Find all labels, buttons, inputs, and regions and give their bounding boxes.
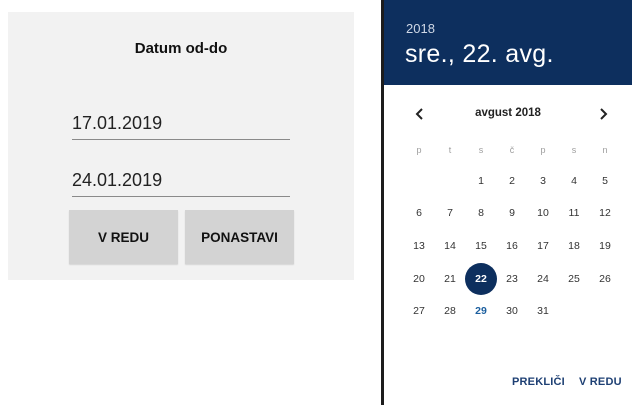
day-cell[interactable]: 16 (497, 231, 527, 261)
day-cell[interactable]: 25 (559, 264, 589, 294)
day-cell[interactable]: 9 (497, 198, 527, 228)
day-cell[interactable]: 14 (435, 231, 465, 261)
date-range-dialog: Datum od-do 17.01.2019 24.01.2019 V REDU… (8, 12, 354, 280)
day-cell[interactable]: 21 (435, 264, 465, 294)
day-cell[interactable]: 27 (404, 296, 434, 326)
weekday-label: p (416, 145, 422, 155)
picker-ok-button[interactable]: V REDU (579, 376, 622, 388)
day-cell[interactable]: 3 (528, 166, 558, 196)
day-cell[interactable]: 24 (528, 264, 558, 294)
day-cell-selected[interactable]: 22 (465, 263, 497, 295)
day-cell[interactable]: 6 (404, 198, 434, 228)
day-cell[interactable]: 17 (528, 231, 558, 261)
weekday-label: s (571, 145, 577, 155)
day-cell[interactable]: 13 (404, 231, 434, 261)
ok-button[interactable]: V REDU (69, 210, 178, 264)
day-cell[interactable]: 29 (466, 296, 496, 326)
day-cell[interactable]: 23 (497, 264, 527, 294)
day-cell[interactable]: 20 (404, 264, 434, 294)
cancel-button[interactable]: PREKLIČI (512, 376, 565, 388)
day-cell[interactable]: 4 (559, 166, 589, 196)
date-from-field[interactable]: 17.01.2019 (72, 113, 290, 140)
day-cell[interactable]: 31 (528, 296, 558, 326)
day-cell[interactable]: 5 (590, 166, 620, 196)
day-cell[interactable]: 11 (559, 198, 589, 228)
reset-button[interactable]: PONASTAVI (185, 210, 294, 264)
chevron-right-icon[interactable] (593, 104, 613, 124)
picker-header: 2018 sre., 22. avg. (384, 0, 632, 85)
day-cell[interactable]: 7 (435, 198, 465, 228)
day-cell[interactable]: 15 (466, 231, 496, 261)
day-cell[interactable]: 28 (435, 296, 465, 326)
weekday-label: p (540, 145, 546, 155)
day-cell[interactable]: 30 (497, 296, 527, 326)
weekday-label: s (478, 145, 484, 155)
picker-year[interactable]: 2018 (406, 21, 435, 36)
day-cell[interactable]: 2 (497, 166, 527, 196)
day-cell[interactable]: 18 (559, 231, 589, 261)
day-cell[interactable]: 10 (528, 198, 558, 228)
day-cell[interactable]: 26 (590, 264, 620, 294)
picker-selected-date: sre., 22. avg. (405, 40, 554, 68)
day-cell[interactable]: 1 (466, 166, 496, 196)
date-picker-dialog: 2018 sre., 22. avg. avgust 2018 ptsčpsn … (381, 0, 632, 405)
date-to-field[interactable]: 24.01.2019 (72, 170, 290, 197)
dialog-title: Datum od-do (134, 40, 228, 57)
day-cell[interactable]: 12 (590, 198, 620, 228)
day-cell[interactable]: 19 (590, 231, 620, 261)
weekday-label: n (602, 145, 608, 155)
weekday-label: č (509, 145, 515, 155)
day-cell[interactable]: 8 (466, 198, 496, 228)
weekday-label: t (448, 145, 452, 155)
